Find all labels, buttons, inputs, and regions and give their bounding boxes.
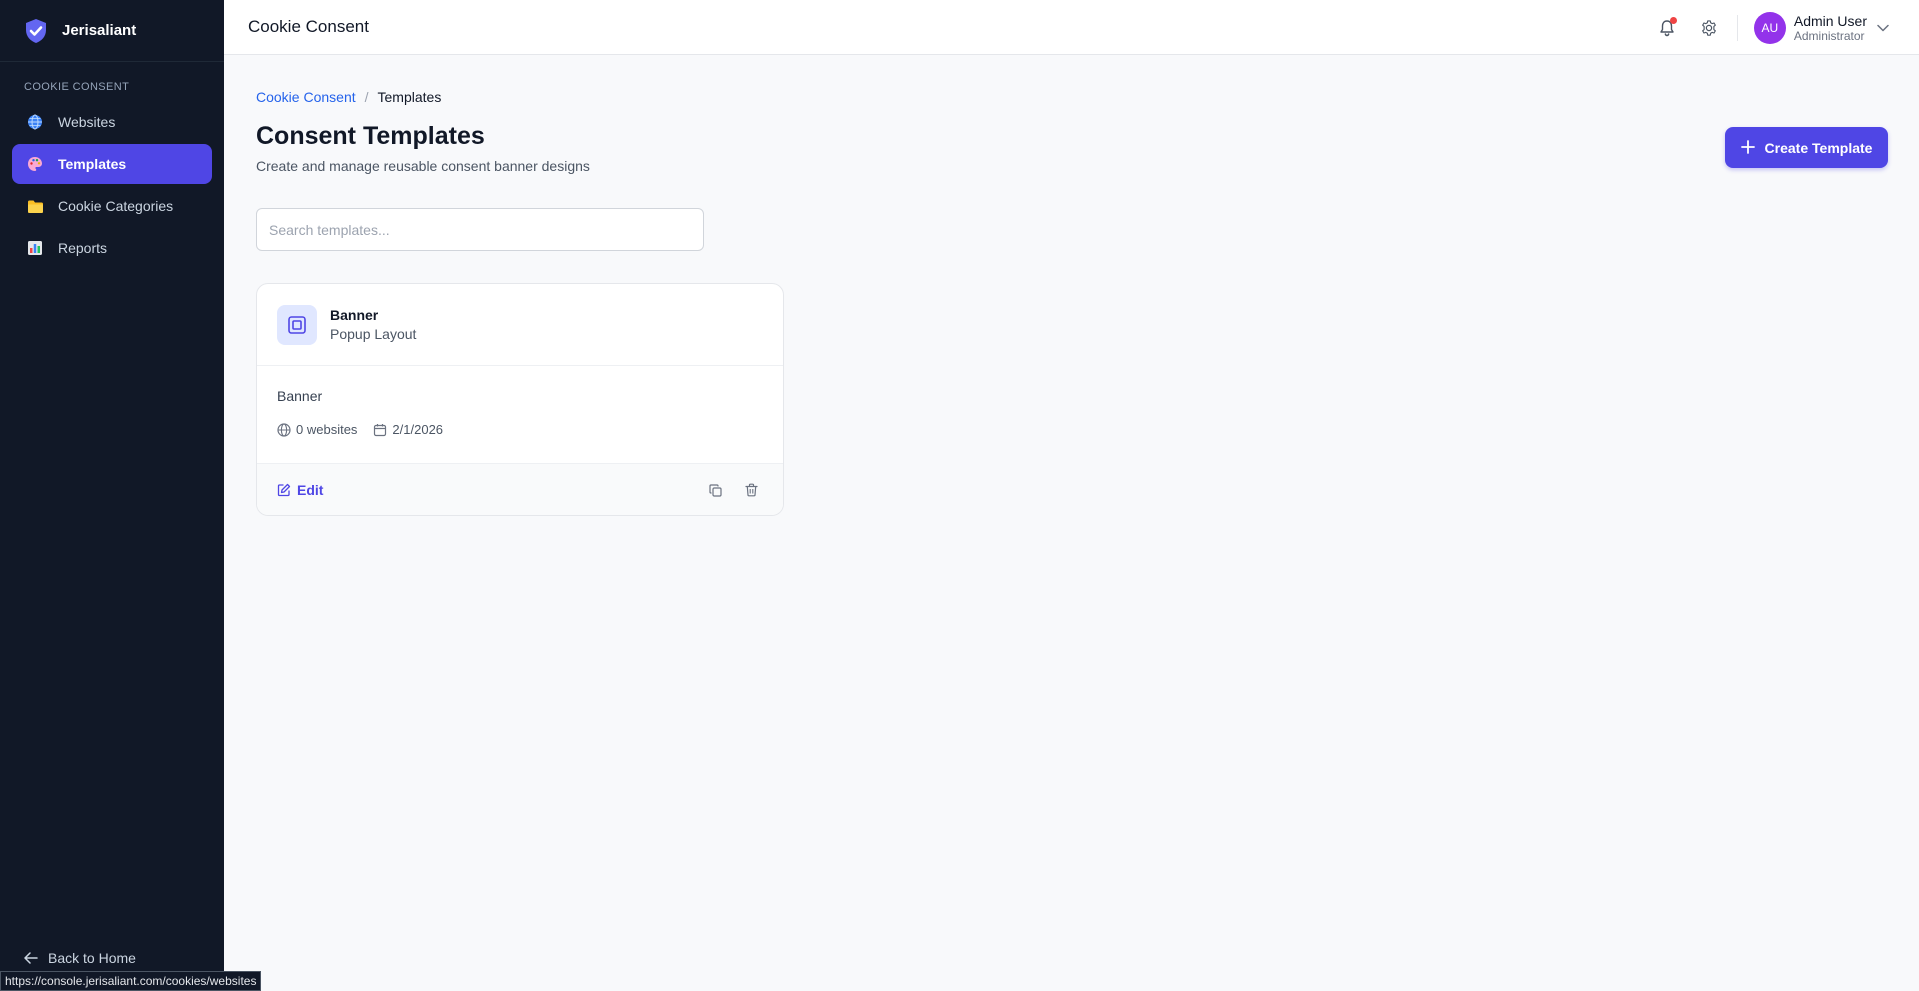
user-info: Admin User Administrator <box>1794 13 1867 43</box>
back-to-home-label: Back to Home <box>48 950 136 966</box>
template-layout: Popup Layout <box>330 325 417 342</box>
brand-name: Jerisaliant <box>62 22 137 39</box>
create-template-label: Create Template <box>1764 139 1873 156</box>
template-card: Banner Popup Layout Banner 0 websites 2/… <box>256 283 784 516</box>
sidebar-item-label: Websites <box>58 114 116 130</box>
template-card-actions <box>689 480 761 500</box>
edit-icon <box>277 483 291 496</box>
sidebar-item-websites[interactable]: Websites <box>12 102 212 142</box>
edit-template-button[interactable]: Edit <box>277 482 323 498</box>
breadcrumb-current: Templates <box>377 89 442 105</box>
top-bar: Cookie Consent AU Admin User Administrat… <box>224 0 1919 55</box>
sidebar-item-label: Reports <box>58 240 108 256</box>
duplicate-template-button[interactable] <box>705 480 725 500</box>
sidebar-item-cookie-categories[interactable]: Cookie Categories <box>12 186 212 226</box>
bar-chart-icon <box>26 239 44 257</box>
settings-button[interactable] <box>1695 14 1723 42</box>
shield-check-icon <box>26 18 46 43</box>
breadcrumb: Cookie Consent / Templates <box>256 89 441 105</box>
breadcrumb-link-cookie-consent[interactable]: Cookie Consent <box>256 89 356 105</box>
topbar-title: Cookie Consent <box>248 17 369 36</box>
sidebar-nav: Websites Templates Cookie Categories Rep… <box>0 102 224 268</box>
sidebar-item-reports[interactable]: Reports <box>12 228 212 268</box>
palette-icon <box>26 155 44 173</box>
copy-icon <box>708 483 722 497</box>
user-menu[interactable]: AU Admin User Administrator <box>1753 11 1889 44</box>
breadcrumb-separator: / <box>364 89 369 105</box>
avatar: AU <box>1753 11 1786 44</box>
delete-template-button[interactable] <box>741 480 761 500</box>
arrow-left-icon <box>24 952 38 964</box>
globe-icon <box>26 113 44 131</box>
sidebar-item-templates[interactable]: Templates <box>12 144 212 184</box>
search-input[interactable] <box>256 208 704 251</box>
topbar-actions: AU Admin User Administrator <box>1653 0 1919 55</box>
globe-icon <box>277 422 291 437</box>
template-date: 2/1/2026 <box>373 422 443 437</box>
gear-icon <box>1701 19 1716 36</box>
brand[interactable]: Jerisaliant <box>0 0 224 62</box>
calendar-icon <box>374 423 387 436</box>
sidebar-section-label: COOKIE CONSENT <box>24 81 130 93</box>
template-meta: 0 websites 2/1/2026 <box>277 422 763 437</box>
page-subtitle: Create and manage reusable consent banne… <box>256 158 590 174</box>
folder-icon <box>26 197 44 215</box>
user-name: Admin User <box>1793 12 1867 29</box>
status-bar-url: https://console.jerisaliant.com/cookies/… <box>0 971 262 991</box>
user-role: Administrator <box>1793 28 1865 43</box>
edit-label: Edit <box>297 481 324 498</box>
plus-icon <box>1740 138 1755 158</box>
template-card-header: Banner Popup Layout <box>257 284 783 366</box>
back-to-home-link[interactable]: Back to Home <box>24 950 136 966</box>
sidebar-item-label: Templates <box>58 156 127 172</box>
sidebar-item-label: Cookie Categories <box>58 198 174 214</box>
template-date-value: 2/1/2026 <box>392 422 444 437</box>
layout-icon <box>277 304 317 345</box>
template-name: Banner <box>330 306 379 323</box>
template-websites: 0 websites <box>277 422 357 437</box>
notifications-button[interactable] <box>1653 14 1681 42</box>
page-title: Consent Templates <box>256 122 485 150</box>
trash-icon <box>744 483 758 497</box>
template-card-body: Banner 0 websites 2/1/2026 <box>257 366 783 463</box>
chevron-down-icon <box>1877 24 1889 31</box>
sidebar: Jerisaliant COOKIE CONSENT Websites Temp… <box>0 0 224 991</box>
template-card-footer: Edit <box>257 463 783 515</box>
template-description: Banner <box>277 388 323 404</box>
template-card-title-group: Banner Popup Layout <box>330 306 416 344</box>
topbar-divider <box>1736 14 1738 41</box>
template-websites-count: 0 websites <box>296 422 358 437</box>
create-template-button[interactable]: Create Template <box>1725 127 1888 168</box>
notification-dot <box>1669 16 1677 24</box>
